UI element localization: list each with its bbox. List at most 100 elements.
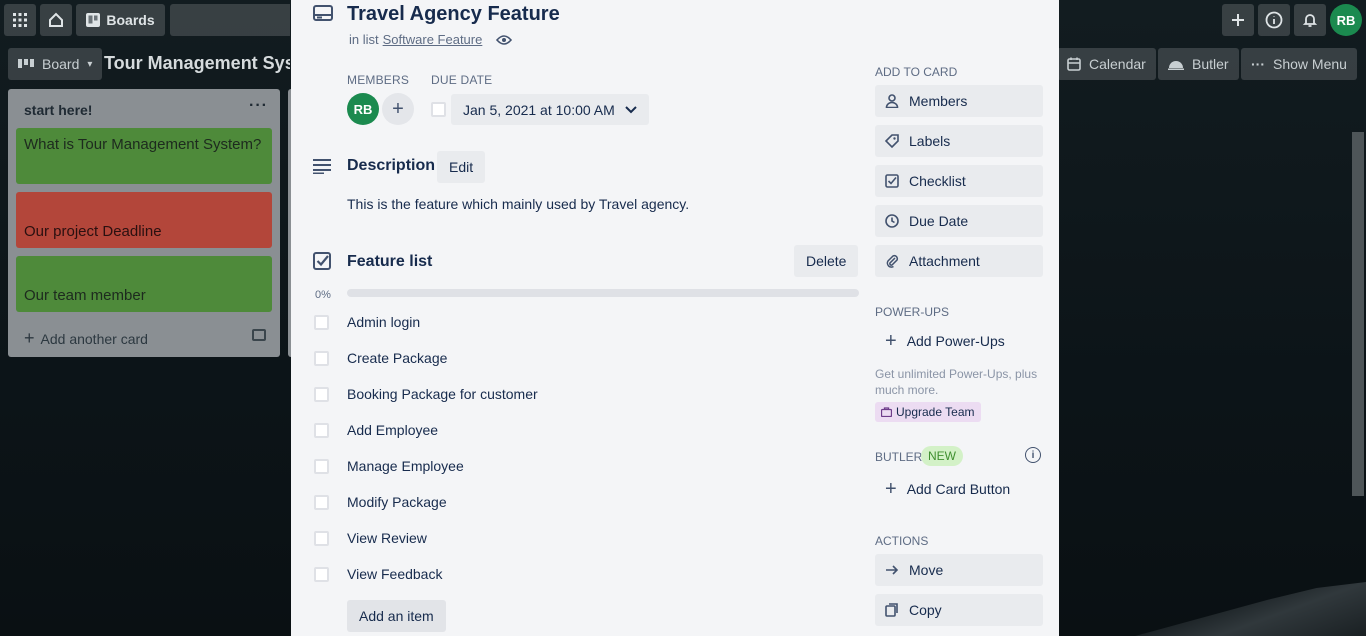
delete-checklist-button[interactable]: Delete xyxy=(794,245,859,277)
add-card-button[interactable]: + Add another card xyxy=(24,328,148,349)
boards-icon xyxy=(86,13,101,27)
due-date-button[interactable]: Jan 5, 2021 at 10:00 AM xyxy=(451,94,649,125)
board-title[interactable]: Tour Management System xyxy=(104,53,290,74)
list-name-link[interactable]: Software Feature xyxy=(383,32,483,47)
checklist-button-label: Checklist xyxy=(909,173,966,189)
show-menu-label: Show Menu xyxy=(1273,56,1347,72)
list-menu-icon[interactable]: ··· xyxy=(249,97,268,115)
checklist-item[interactable]: Modify Package xyxy=(291,484,871,520)
checklist-item-label[interactable]: View Review xyxy=(347,530,427,546)
paperclip-icon xyxy=(886,254,899,268)
label-tag-icon xyxy=(885,134,899,148)
copy-button[interactable]: Copy xyxy=(875,594,1043,626)
butler-button[interactable]: Butler xyxy=(1158,48,1239,80)
plus-icon: + xyxy=(885,330,897,352)
search-input[interactable] xyxy=(170,4,290,36)
checklist-item-checkbox[interactable] xyxy=(314,567,329,582)
checklist-button[interactable]: Checklist xyxy=(875,165,1043,197)
checklist-item-label[interactable]: Create Package xyxy=(347,350,447,366)
checklist-item-checkbox[interactable] xyxy=(314,423,329,438)
board-scrollbar[interactable] xyxy=(1352,132,1364,496)
card-detail-modal: Travel Agency Feature in list Software F… xyxy=(291,0,1059,636)
checklist-item-checkbox[interactable] xyxy=(314,459,329,474)
due-date-value: Jan 5, 2021 at 10:00 AM xyxy=(463,101,615,118)
info-icon[interactable]: i xyxy=(1025,447,1041,463)
powerups-heading: POWER-UPS xyxy=(875,305,950,319)
checklist-item-label[interactable]: Modify Package xyxy=(347,494,447,510)
due-date-sidebar-button[interactable]: Due Date xyxy=(875,205,1043,237)
list-card[interactable]: Our project Deadline xyxy=(16,192,272,248)
upgrade-team-button[interactable]: Upgrade Team xyxy=(875,402,981,422)
edit-description-button[interactable]: Edit xyxy=(437,151,486,183)
home-icon[interactable] xyxy=(40,4,72,36)
briefcase-icon xyxy=(881,407,892,417)
boards-label: Boards xyxy=(106,12,155,28)
card-icon xyxy=(313,5,333,21)
add-card-button-button[interactable]: + Add Card Button xyxy=(875,473,1043,505)
calendar-button[interactable]: Calendar xyxy=(1057,48,1156,80)
copy-label: Copy xyxy=(909,602,942,618)
checklist-item[interactable]: Create Package xyxy=(291,340,871,376)
labels-button[interactable]: Labels xyxy=(875,125,1043,157)
checklist-item[interactable]: View Feedback xyxy=(291,556,871,592)
members-label: MEMBERS xyxy=(347,73,410,87)
checklist-item-checkbox[interactable] xyxy=(314,531,329,546)
more-dots-icon: ··· xyxy=(1251,56,1265,72)
checklist-icon xyxy=(313,252,331,270)
checklist-item[interactable]: Manage Employee xyxy=(291,448,871,484)
upgrade-team-label: Upgrade Team xyxy=(896,405,975,419)
checklist-item-label[interactable]: Admin login xyxy=(347,314,420,330)
checklist-item-label[interactable]: View Feedback xyxy=(347,566,442,582)
checklist-item-checkbox[interactable] xyxy=(314,495,329,510)
boards-button[interactable]: Boards xyxy=(76,4,165,36)
card-template-icon[interactable] xyxy=(252,329,266,341)
move-button[interactable]: Move xyxy=(875,554,1043,586)
due-date-checkbox[interactable] xyxy=(431,102,446,117)
description-title: Description xyxy=(347,157,436,174)
card-title[interactable]: Travel Agency Feature xyxy=(347,3,560,26)
checklist-item-checkbox[interactable] xyxy=(314,387,329,402)
plus-icon: + xyxy=(24,328,35,348)
user-avatar[interactable]: RB xyxy=(1330,4,1362,36)
checklist-item-label[interactable]: Add Employee xyxy=(347,422,438,438)
new-badge: NEW xyxy=(921,446,963,466)
info-icon[interactable] xyxy=(1258,4,1290,36)
member-avatar[interactable]: RB xyxy=(347,93,379,125)
checklist-item[interactable]: View Review xyxy=(291,520,871,556)
add-item-button[interactable]: Add an item xyxy=(347,600,446,632)
checklist-item-checkbox[interactable] xyxy=(314,315,329,330)
butler-bell-icon xyxy=(1168,61,1184,70)
checklist-item[interactable]: Booking Package for customer xyxy=(291,376,871,412)
checklist-item[interactable]: Add Employee xyxy=(291,412,871,448)
create-plus-icon[interactable] xyxy=(1222,4,1254,36)
list-card[interactable]: What is Tour Management System? xyxy=(16,128,272,184)
in-list-prefix: in list xyxy=(349,32,379,47)
list-card[interactable]: Our team member xyxy=(16,256,272,312)
checklist-progress-bar xyxy=(347,289,859,297)
move-label: Move xyxy=(909,562,944,578)
calendar-label: Calendar xyxy=(1089,56,1146,72)
add-member-button[interactable]: + xyxy=(382,93,414,125)
checklist-item-checkbox[interactable] xyxy=(314,351,329,366)
copy-icon xyxy=(885,603,898,617)
attachment-button[interactable]: Attachment xyxy=(875,245,1043,277)
actions-heading: ACTIONS xyxy=(875,534,929,548)
list-title[interactable]: start here! xyxy=(24,102,92,118)
clock-icon xyxy=(885,214,899,228)
show-menu-button[interactable]: ··· Show Menu xyxy=(1241,48,1357,80)
checklist-title[interactable]: Feature list xyxy=(347,253,432,271)
checklist-item[interactable]: Admin login xyxy=(291,304,871,340)
board-view-switcher[interactable]: Board ▾ xyxy=(8,48,103,80)
board-view-icon xyxy=(18,59,34,68)
app-switcher-icon[interactable] xyxy=(4,4,36,36)
add-to-card-heading: ADD TO CARD xyxy=(875,65,958,79)
description-text[interactable]: This is the feature which mainly used by… xyxy=(347,196,689,212)
eye-icon[interactable] xyxy=(496,34,513,46)
checklist-item-label[interactable]: Booking Package for customer xyxy=(347,386,538,402)
notifications-bell-icon[interactable] xyxy=(1294,4,1326,36)
list-start-here: start here! ··· What is Tour Management … xyxy=(8,89,280,357)
checklist-item-label[interactable]: Manage Employee xyxy=(347,458,464,474)
add-powerups-button[interactable]: + Add Power-Ups xyxy=(875,325,1043,357)
plus-icon: + xyxy=(885,478,897,500)
members-button[interactable]: Members xyxy=(875,85,1043,117)
